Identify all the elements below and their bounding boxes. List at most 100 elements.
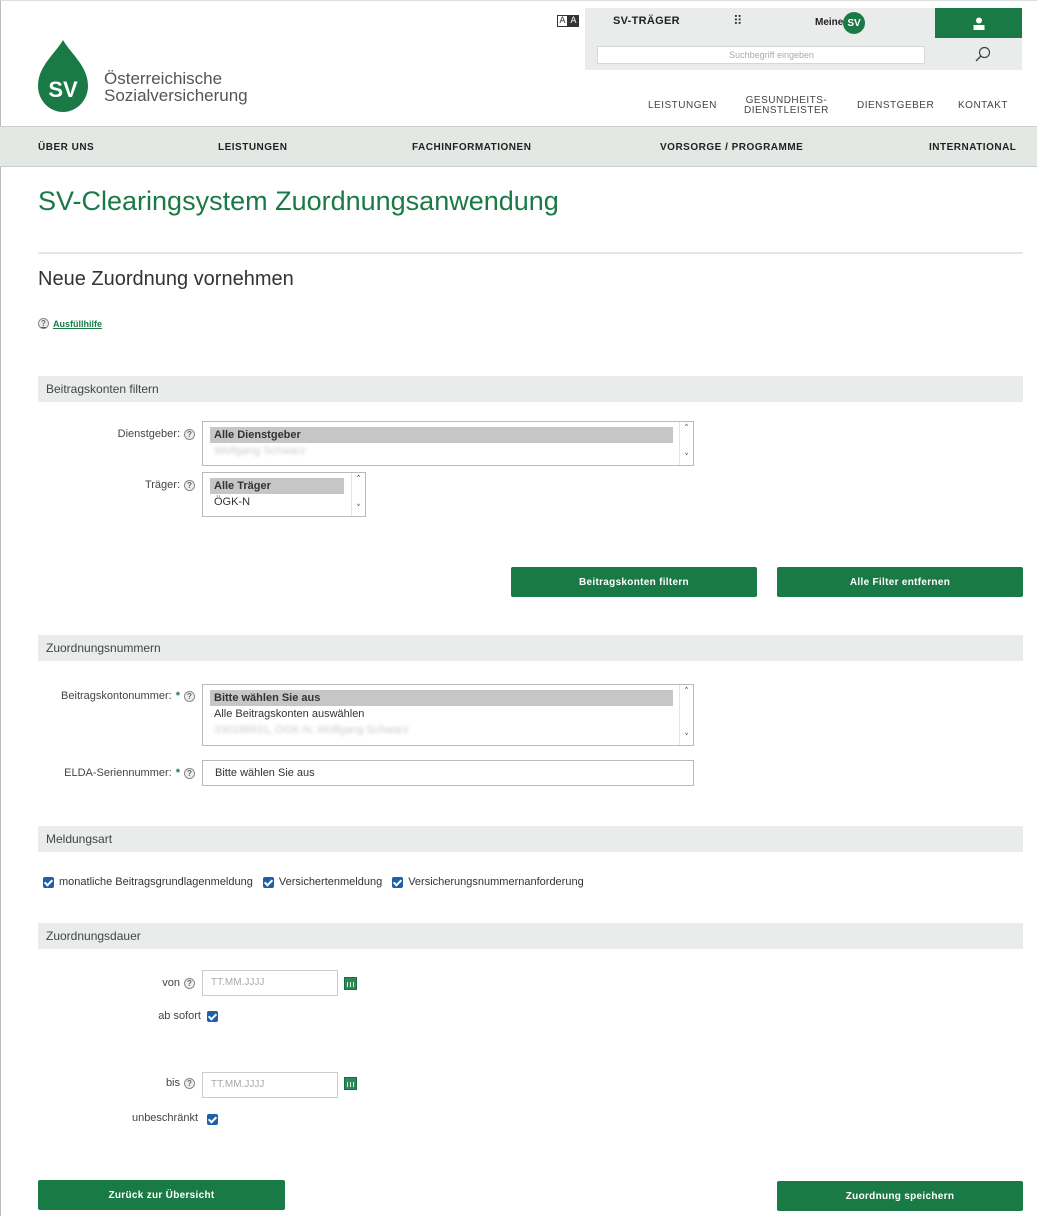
traeger-select[interactable]: Alle Träger ÖGK-N ˄ ˅ <box>202 472 366 517</box>
traeger-option[interactable]: ÖGK-N <box>210 494 365 510</box>
von-calendar-icon[interactable] <box>344 977 357 990</box>
logo-text: Österreichische Sozialversicherung <box>104 70 274 104</box>
beitragskontonummer-select[interactable]: Bitte wählen Sie aus Alle Beitragskonten… <box>202 684 694 746</box>
apps-grid-icon[interactable]: ⠿ <box>733 14 743 29</box>
scroll-up-icon[interactable]: ˄ <box>684 687 689 697</box>
page-frame <box>0 0 1037 1216</box>
beitragskontonummer-label-text: Beitragskontonummer: <box>61 690 172 702</box>
elda-label: ELDA-Seriennummer: * ? <box>30 767 195 779</box>
dienstgeber-select[interactable]: Alle Dienstgeber Wolfgang Schwarz ˄ ˅ <box>202 421 694 466</box>
required-marker: * <box>175 690 180 702</box>
beitragskontonummer-label: Beitragskontonummer: * ? <box>30 690 195 702</box>
konto-scrollbar[interactable]: ˄ ˅ <box>679 685 693 745</box>
page-title: SV-Clearingsystem Zuordnungsanwendung <box>38 186 559 216</box>
unbeschraenkt-label: unbeschränkt <box>131 1112 198 1124</box>
reset-filter-button[interactable]: Alle Filter entfernen <box>777 567 1023 597</box>
meldungsart-option-2-label: Versichertenmeldung <box>278 876 383 888</box>
meldungsart-option-3-label: Versicherungsnummernanforderung <box>408 876 584 888</box>
save-assignment-button[interactable]: Zuordnung speichern <box>777 1181 1023 1211</box>
search-input[interactable]: Suchbegriff eingeben <box>597 46 925 64</box>
topnav-gesundheitsdienstleister[interactable]: GESUNDHEITS- DIENSTLEISTER <box>744 96 829 116</box>
section-zuordnungsdauer: Zuordnungsdauer <box>38 923 1023 949</box>
checkbox-checked[interactable] <box>43 876 54 888</box>
search-icon[interactable] <box>973 45 993 65</box>
topnav-leistungen[interactable]: LEISTUNGEN <box>648 101 717 111</box>
ab-sofort-checkbox[interactable] <box>207 1011 218 1022</box>
checkbox-checked[interactable] <box>392 876 404 888</box>
logo-line-1: Österreichische <box>104 69 223 88</box>
dienstgeber-help-icon[interactable]: ? <box>184 428 195 440</box>
unbeschraenkt-checkbox[interactable] <box>207 1114 218 1125</box>
nav-ueber-uns[interactable]: ÜBER UNS <box>38 142 94 153</box>
bis-date-input[interactable]: TT.MM.JJJJ <box>202 1072 338 1098</box>
von-label-text: von <box>162 977 180 989</box>
bis-label: bis ? <box>100 1077 195 1089</box>
topnav-dienstgeber[interactable]: DIENSTGEBER <box>857 101 934 111</box>
sv-logo-mark-icon: SV <box>38 40 88 112</box>
von-help-icon[interactable]: ? <box>184 977 195 989</box>
sv-traeger-link[interactable]: SV-TRÄGER <box>613 15 680 27</box>
topnav-gesundheitsdienstleister-line-2: DIENSTLEISTER <box>744 105 829 116</box>
section-meldungsart: Meldungsart <box>38 826 1023 852</box>
scroll-up-icon[interactable]: ˄ <box>356 475 361 485</box>
von-label: von ? <box>100 977 195 989</box>
nav-international[interactable]: INTERNATIONAL <box>929 142 1016 153</box>
topnav-kontakt[interactable]: KONTAKT <box>958 101 1008 111</box>
dienstgeber-option[interactable]: Wolfgang Schwarz <box>210 443 693 459</box>
help-link-label: Ausfüllhilfe <box>53 318 102 329</box>
scroll-down-icon[interactable]: ˅ <box>684 733 689 743</box>
nav-leistungen[interactable]: LEISTUNGEN <box>218 142 287 153</box>
scroll-down-icon[interactable]: ˅ <box>684 453 689 463</box>
checkbox-checked[interactable] <box>262 876 274 888</box>
unbeschraenkt-row: unbeschränkt <box>80 1112 198 1124</box>
font-size-icon[interactable]: AA <box>557 15 579 27</box>
scroll-up-icon[interactable]: ˄ <box>684 424 689 434</box>
meine-sv-label[interactable]: Meine <box>815 17 843 28</box>
meldungsart-option-1[interactable]: monatliche Beitragsgrundlagenmeldung <box>43 876 253 888</box>
nav-fachinformationen[interactable]: FACHINFORMATIONEN <box>412 142 531 153</box>
meldungsart-option-2[interactable]: Versichertenmeldung <box>262 876 383 888</box>
konto-option-selected[interactable]: Bitte wählen Sie aus <box>210 690 673 706</box>
dienstgeber-label: Dienstgeber: ? <box>60 428 195 440</box>
form-heading: Neue Zuordnung vornehmen <box>38 268 294 290</box>
traeger-scrollbar[interactable]: ˄ ˅ <box>351 473 365 516</box>
elda-seriennummer-field[interactable]: Bitte wählen Sie aus <box>202 760 694 786</box>
ab-sofort-label: ab sofort <box>158 1010 201 1022</box>
meldungsart-option-1-label: monatliche Beitragsgrundlagenmeldung <box>59 876 253 888</box>
dienstgeber-label-text: Dienstgeber: <box>117 428 180 440</box>
traeger-label: Träger: ? <box>60 479 195 491</box>
beitragskontonummer-help-icon[interactable]: ? <box>184 690 195 702</box>
required-marker: * <box>175 767 180 779</box>
section-zuordnungsnummern: Zuordnungsnummern <box>38 635 1023 661</box>
elda-label-text: ELDA-Seriennummer: <box>64 767 172 779</box>
dienstgeber-scrollbar[interactable]: ˄ ˅ <box>679 422 693 465</box>
help-icon: ? <box>38 318 49 329</box>
svg-text:SV: SV <box>48 77 78 102</box>
section-beitragskonten-filtern: Beitragskonten filtern <box>38 376 1023 402</box>
dienstgeber-option-selected[interactable]: Alle Dienstgeber <box>210 427 673 443</box>
bis-help-icon[interactable]: ? <box>184 1077 195 1089</box>
nav-vorsorge-programme[interactable]: VORSORGE / PROGRAMME <box>660 142 803 153</box>
scroll-down-icon[interactable]: ˅ <box>356 504 361 514</box>
main-navbar: ÜBER UNS LEISTUNGEN FACHINFORMATIONEN VO… <box>0 126 1037 167</box>
bis-calendar-icon[interactable] <box>344 1077 357 1090</box>
sv-logo[interactable]: SV Österreichische Sozialversicherung <box>38 40 248 117</box>
traeger-option-selected[interactable]: Alle Träger <box>210 478 344 494</box>
bis-label-text: bis <box>165 1077 180 1089</box>
konto-option[interactable]: 330188631, ÖGK-N, Wolfgang Schwarz <box>210 722 693 738</box>
elda-help-icon[interactable]: ? <box>184 767 195 779</box>
konto-option-all[interactable]: Alle Beitragskonten auswählen <box>210 706 693 722</box>
filter-button[interactable]: Beitragskonten filtern <box>511 567 757 597</box>
user-login-button[interactable] <box>935 8 1022 38</box>
help-link[interactable]: ? Ausfüllhilfe <box>38 318 102 329</box>
back-to-overview-button[interactable]: Zurück zur Übersicht <box>38 1180 285 1210</box>
logo-line-2: Sozialversicherung <box>104 86 248 105</box>
traeger-label-text: Träger: <box>144 479 180 491</box>
ab-sofort-row: ab sofort <box>100 1010 201 1022</box>
von-date-input[interactable]: TT.MM.JJJJ <box>202 970 338 996</box>
meldungsart-checkboxes: monatliche Beitragsgrundlagenmeldung Ver… <box>43 876 594 888</box>
title-divider <box>38 252 1023 254</box>
meine-sv-badge-icon[interactable]: SV <box>843 12 865 34</box>
traeger-help-icon[interactable]: ? <box>184 479 195 491</box>
meldungsart-option-3[interactable]: Versicherungsnummernanforderung <box>392 876 584 888</box>
